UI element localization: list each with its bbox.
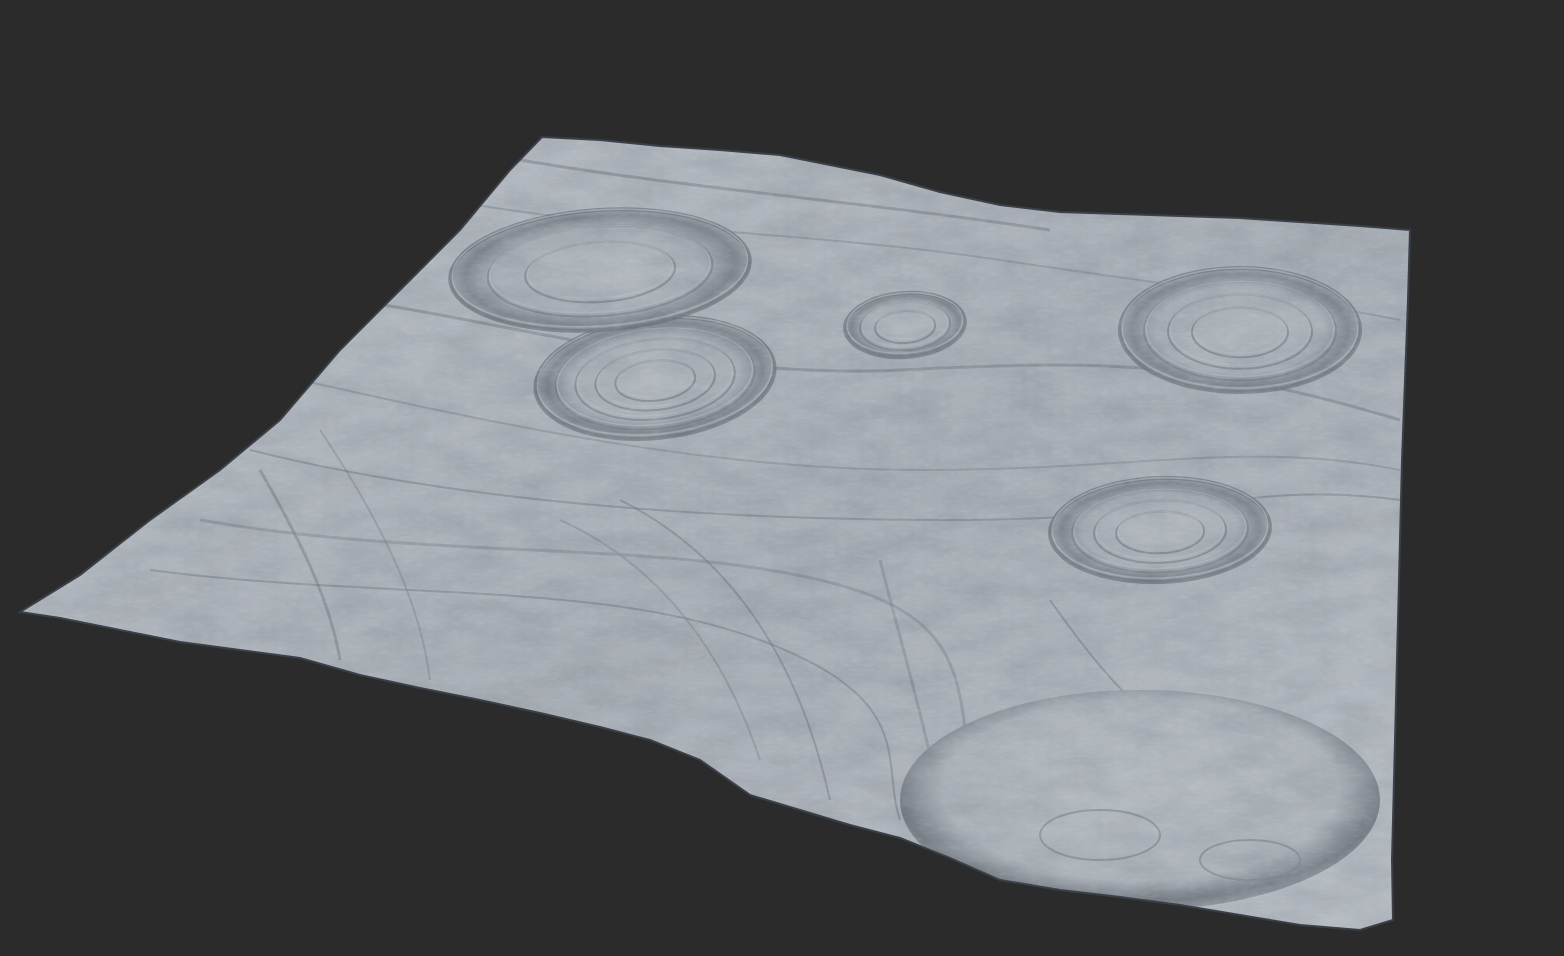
- viewport: [0, 0, 1564, 956]
- terrain-render: [0, 0, 1564, 956]
